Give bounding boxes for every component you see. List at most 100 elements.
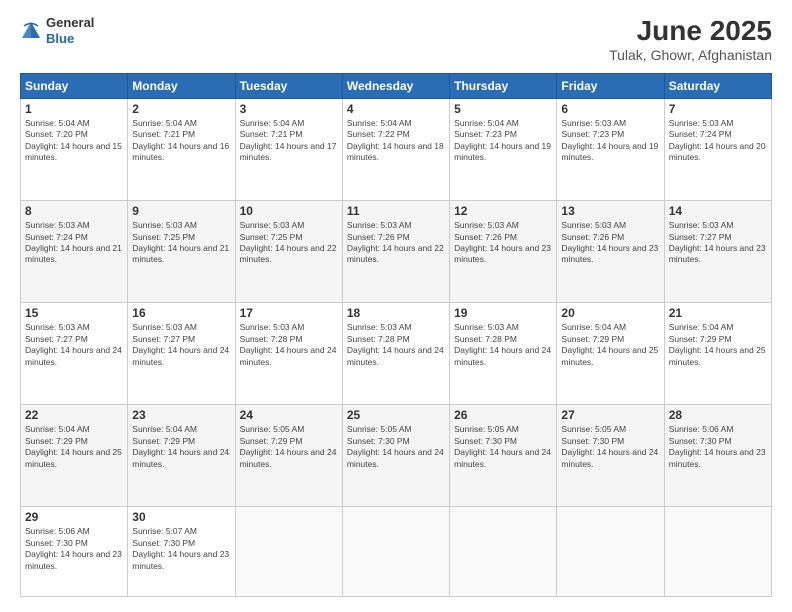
calendar-cell [342, 507, 449, 597]
calendar-cell: 6 Sunrise: 5:03 AMSunset: 7:23 PMDaylight… [557, 99, 664, 201]
logo-text: General Blue [46, 15, 94, 46]
calendar-table: SundayMondayTuesdayWednesdayThursdayFrid… [20, 73, 772, 597]
calendar-cell: 23Sunrise: 5:04 AMSunset: 7:29 PMDayligh… [128, 405, 235, 507]
cell-info: Sunrise: 5:04 AMSunset: 7:21 PMDaylight:… [240, 118, 338, 164]
calendar-cell: 1 Sunrise: 5:04 AMSunset: 7:20 PMDaylight… [21, 99, 128, 201]
day-number: 30 [132, 510, 230, 524]
cell-info: Sunrise: 5:07 AMSunset: 7:30 PMDaylight:… [132, 526, 230, 572]
calendar-cell: 4 Sunrise: 5:04 AMSunset: 7:22 PMDaylight… [342, 99, 449, 201]
cell-info: Sunrise: 5:03 AMSunset: 7:24 PMDaylight:… [25, 220, 123, 266]
calendar-title: June 2025 [609, 15, 772, 47]
day-header-wednesday: Wednesday [342, 74, 449, 99]
calendar-cell: 15 Sunrise: 5:03 AMSunset: 7:27 PMDayligh… [21, 303, 128, 405]
cell-info: Sunrise: 5:03 AMSunset: 7:28 PMDaylight:… [240, 322, 338, 368]
calendar-cell [450, 507, 557, 597]
cell-info: Sunrise: 5:03 AMSunset: 7:23 PMDaylight:… [561, 118, 659, 164]
calendar-cell: 18 Sunrise: 5:03 AMSunset: 7:28 PMDayligh… [342, 303, 449, 405]
header: General Blue June 2025 Tulak, Ghowr, Afg… [20, 15, 772, 63]
calendar-cell: 10Sunrise: 5:03 AMSunset: 7:25 PMDayligh… [235, 201, 342, 303]
calendar-cell: 11 Sunrise: 5:03 AMSunset: 7:26 PMDayligh… [342, 201, 449, 303]
cell-info: Sunrise: 5:03 AMSunset: 7:28 PMDaylight:… [454, 322, 552, 368]
day-number: 5 [454, 102, 552, 116]
logo-general-text: General [46, 15, 94, 31]
day-number: 7 [669, 102, 767, 116]
calendar-cell: 13 Sunrise: 5:03 AMSunset: 7:26 PMDayligh… [557, 201, 664, 303]
day-number: 10 [240, 204, 338, 218]
day-number: 2 [132, 102, 230, 116]
cell-info: Sunrise: 5:03 AMSunset: 7:27 PMDaylight:… [669, 220, 767, 266]
cell-info: Sunrise: 5:06 AMSunset: 7:30 PMDaylight:… [25, 526, 123, 572]
calendar-cell: 25Sunrise: 5:05 AMSunset: 7:30 PMDayligh… [342, 405, 449, 507]
day-header-friday: Friday [557, 74, 664, 99]
day-number: 28 [669, 408, 767, 422]
cell-info: Sunrise: 5:04 AMSunset: 7:23 PMDaylight:… [454, 118, 552, 164]
cell-info: Sunrise: 5:03 AMSunset: 7:25 PMDaylight:… [132, 220, 230, 266]
cell-info: Sunrise: 5:04 AMSunset: 7:22 PMDaylight:… [347, 118, 445, 164]
title-block: June 2025 Tulak, Ghowr, Afghanistan [609, 15, 772, 63]
cell-info: Sunrise: 5:03 AMSunset: 7:28 PMDaylight:… [347, 322, 445, 368]
day-number: 18 [347, 306, 445, 320]
day-header-monday: Monday [128, 74, 235, 99]
cell-info: Sunrise: 5:03 AMSunset: 7:27 PMDaylight:… [25, 322, 123, 368]
day-number: 15 [25, 306, 123, 320]
calendar-week-5: 29 Sunrise: 5:06 AMSunset: 7:30 PMDayligh… [21, 507, 772, 597]
day-header-thursday: Thursday [450, 74, 557, 99]
cell-info: Sunrise: 5:04 AMSunset: 7:29 PMDaylight:… [25, 424, 123, 470]
day-header-sunday: Sunday [21, 74, 128, 99]
day-header-tuesday: Tuesday [235, 74, 342, 99]
day-number: 12 [454, 204, 552, 218]
calendar-header-row: SundayMondayTuesdayWednesdayThursdayFrid… [21, 74, 772, 99]
calendar-cell: 28 Sunrise: 5:06 AMSunset: 7:30 PMDayligh… [664, 405, 771, 507]
calendar-cell [235, 507, 342, 597]
logo: General Blue [20, 15, 94, 46]
calendar-cell: 8Sunrise: 5:03 AMSunset: 7:24 PMDaylight… [21, 201, 128, 303]
day-number: 29 [25, 510, 123, 524]
day-number: 22 [25, 408, 123, 422]
calendar-cell: 14Sunrise: 5:03 AMSunset: 7:27 PMDayligh… [664, 201, 771, 303]
day-number: 25 [347, 408, 445, 422]
cell-info: Sunrise: 5:03 AMSunset: 7:24 PMDaylight:… [669, 118, 767, 164]
day-number: 26 [454, 408, 552, 422]
day-number: 1 [25, 102, 123, 116]
cell-info: Sunrise: 5:03 AMSunset: 7:27 PMDaylight:… [132, 322, 230, 368]
calendar-cell: 26 Sunrise: 5:05 AMSunset: 7:30 PMDayligh… [450, 405, 557, 507]
calendar-cell: 3Sunrise: 5:04 AMSunset: 7:21 PMDaylight… [235, 99, 342, 201]
calendar-cell: 12 Sunrise: 5:03 AMSunset: 7:26 PMDayligh… [450, 201, 557, 303]
day-number: 6 [561, 102, 659, 116]
calendar-cell [664, 507, 771, 597]
cell-info: Sunrise: 5:04 AMSunset: 7:20 PMDaylight:… [25, 118, 123, 164]
cell-info: Sunrise: 5:03 AMSunset: 7:26 PMDaylight:… [347, 220, 445, 266]
calendar-cell: 7 Sunrise: 5:03 AMSunset: 7:24 PMDaylight… [664, 99, 771, 201]
cell-info: Sunrise: 5:04 AMSunset: 7:29 PMDaylight:… [132, 424, 230, 470]
calendar-week-3: 15 Sunrise: 5:03 AMSunset: 7:27 PMDayligh… [21, 303, 772, 405]
calendar-week-2: 8Sunrise: 5:03 AMSunset: 7:24 PMDaylight… [21, 201, 772, 303]
cell-info: Sunrise: 5:05 AMSunset: 7:30 PMDaylight:… [454, 424, 552, 470]
cell-info: Sunrise: 5:06 AMSunset: 7:30 PMDaylight:… [669, 424, 767, 470]
page: General Blue June 2025 Tulak, Ghowr, Afg… [0, 0, 792, 612]
day-number: 13 [561, 204, 659, 218]
day-number: 19 [454, 306, 552, 320]
calendar-cell: 20Sunrise: 5:04 AMSunset: 7:29 PMDayligh… [557, 303, 664, 405]
calendar-cell: 17Sunrise: 5:03 AMSunset: 7:28 PMDayligh… [235, 303, 342, 405]
calendar-cell: 5 Sunrise: 5:04 AMSunset: 7:23 PMDaylight… [450, 99, 557, 201]
day-number: 11 [347, 204, 445, 218]
day-number: 16 [132, 306, 230, 320]
logo-blue-text: Blue [46, 31, 94, 47]
cell-info: Sunrise: 5:03 AMSunset: 7:26 PMDaylight:… [454, 220, 552, 266]
cell-info: Sunrise: 5:03 AMSunset: 7:26 PMDaylight:… [561, 220, 659, 266]
day-number: 27 [561, 408, 659, 422]
day-number: 9 [132, 204, 230, 218]
cell-info: Sunrise: 5:04 AMSunset: 7:29 PMDaylight:… [669, 322, 767, 368]
calendar-cell: 16 Sunrise: 5:03 AMSunset: 7:27 PMDayligh… [128, 303, 235, 405]
calendar-cell: 19 Sunrise: 5:03 AMSunset: 7:28 PMDayligh… [450, 303, 557, 405]
calendar-cell: 21Sunrise: 5:04 AMSunset: 7:29 PMDayligh… [664, 303, 771, 405]
calendar-week-1: 1 Sunrise: 5:04 AMSunset: 7:20 PMDaylight… [21, 99, 772, 201]
logo-icon [20, 20, 42, 42]
calendar-subtitle: Tulak, Ghowr, Afghanistan [609, 47, 772, 63]
day-header-saturday: Saturday [664, 74, 771, 99]
cell-info: Sunrise: 5:05 AMSunset: 7:30 PMDaylight:… [561, 424, 659, 470]
calendar-cell: 29 Sunrise: 5:06 AMSunset: 7:30 PMDayligh… [21, 507, 128, 597]
calendar-cell [557, 507, 664, 597]
calendar-cell: 30 Sunrise: 5:07 AMSunset: 7:30 PMDayligh… [128, 507, 235, 597]
day-number: 4 [347, 102, 445, 116]
